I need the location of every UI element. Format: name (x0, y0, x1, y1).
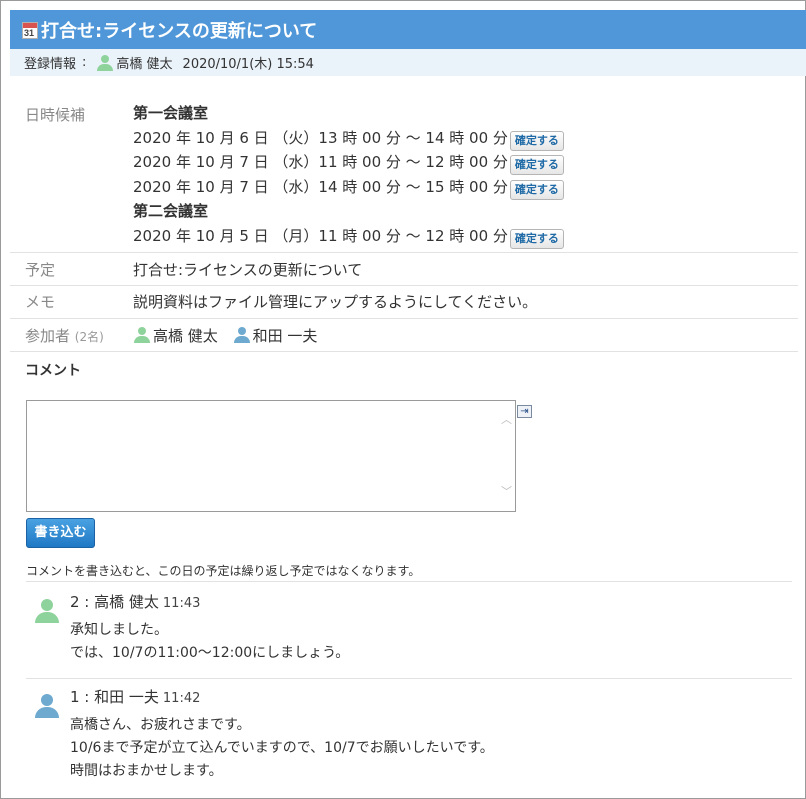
divider (26, 581, 792, 582)
avatar-icon (35, 599, 59, 625)
avatar-icon (35, 694, 59, 720)
schedule-detail-panel: 31 打合せ:ライセンスの更新について 登録情報 : 高橋 健太 2020/10… (0, 0, 806, 799)
registration-author[interactable]: 高橋 健太 (116, 53, 172, 72)
expand-icon[interactable]: ⇥ (517, 405, 532, 418)
comment-heading: コメント (25, 363, 81, 379)
candidate-slot: 2020 年 10 月 7 日 （水）14 時 00 分 ～ 15 時 00 分… (133, 175, 564, 200)
confirm-button[interactable]: 確定する (509, 179, 564, 200)
candidate-slot: 2020 年 10 月 6 日 （火）13 時 00 分 ～ 14 時 00 分… (133, 126, 564, 151)
title-bar: 31 打合せ:ライセンスの更新について (10, 10, 806, 49)
divider (26, 678, 792, 679)
comment-header: 2 : 高橋 健太 11:43 (70, 591, 200, 612)
confirm-button[interactable]: 確定する (509, 155, 564, 175)
comment-line: では、10/7の11:00～12:00にしましょう。 (70, 645, 350, 661)
memo-label: メモ (25, 293, 56, 311)
confirm-button[interactable]: 確定する (509, 130, 564, 151)
comment-line: 10/6まで予定が立て込んでいますので、10/7でお願いしたいです。 (70, 740, 494, 756)
registration-label: 登録情報 (24, 57, 77, 72)
comment-line: 高橋さん、お疲れさまです。 (70, 717, 251, 733)
comment-author[interactable]: 2 : 高橋 健太 (70, 593, 159, 611)
user-icon (233, 326, 251, 343)
comment-line: 承知しました。 (70, 622, 168, 638)
comment-line: 時間はおまかせします。 (70, 763, 223, 779)
date-candidates-list: 第一会議室 2020 年 10 月 6 日 （火）13 時 00 分 ～ 14 … (133, 101, 564, 249)
room-name: 第二会議室 (133, 202, 209, 220)
registration-info: 登録情報 : 高橋 健太 2020/10/1(木) 15:54 (10, 49, 806, 76)
scroll-up-icon[interactable]: ︿ (501, 414, 512, 425)
date-candidates-row: 日時候補 第一会議室 2020 年 10 月 6 日 （火）13 時 00 分 … (10, 93, 798, 253)
comment-note: コメントを書き込むと、この日の予定は繰り返し予定ではなくなります。 (26, 564, 421, 578)
participants-label: 参加者 (2名) (25, 327, 104, 345)
candidate-slot-text: 2020 年 10 月 6 日 （火）13 時 00 分 ～ 14 時 00 分 (133, 128, 508, 147)
comment-body: 承知しました。 では、10/7の11:00～12:00にしましょう。 (70, 619, 349, 665)
schedule-value: 打合せ:ライセンスの更新について (133, 261, 363, 279)
comment-time: 11:42 (162, 691, 201, 706)
candidate-slot-text: 2020 年 10 月 5 日 （月）11 時 00 分 ～ 12 時 00 分 (133, 226, 508, 245)
calendar-icon: 31 (22, 22, 38, 39)
comment-textarea[interactable]: ︿ ﹀ (26, 400, 516, 512)
user-icon (133, 326, 151, 343)
room-name: 第一会議室 (133, 104, 209, 122)
participants-count: (2名) (74, 330, 104, 344)
memo-value: 説明資料はファイル管理にアップするようにしてください。 (133, 293, 538, 311)
candidate-slot-text: 2020 年 10 月 7 日 （水）11 時 00 分 ～ 12 時 00 分 (133, 153, 508, 171)
comment-item: 2 : 高橋 健太 11:43 承知しました。 では、10/7の11:00～12:… (35, 591, 775, 671)
registration-separator: : (82, 55, 87, 70)
comment-header: 1 : 和田 一夫 11:42 (70, 686, 200, 707)
comment-author[interactable]: 1 : 和田 一夫 (70, 688, 159, 706)
date-candidates-label: 日時候補 (25, 106, 86, 124)
user-icon (96, 54, 114, 71)
candidate-slot: 2020 年 10 月 7 日 （水）11 時 00 分 ～ 12 時 00 分… (133, 150, 564, 175)
schedule-row: 予定 打合せ:ライセンスの更新について (10, 253, 798, 286)
candidate-slot: 2020 年 10 月 5 日 （月）11 時 00 分 ～ 12 時 00 分… (133, 224, 564, 249)
registration-datetime: 2020/10/1(木) 15:54 (182, 57, 314, 72)
schedule-label: 予定 (25, 261, 56, 279)
participant-name[interactable]: 和田 一夫 (253, 327, 318, 345)
participants-row: 参加者 (2名) 高橋 健太 和田 一夫 (10, 319, 798, 352)
confirm-button[interactable]: 確定する (509, 228, 564, 249)
comment-item: 1 : 和田 一夫 11:42 高橋さん、お疲れさまです。 10/6まで予定が立て… (35, 686, 775, 786)
comment-time: 11:43 (162, 596, 201, 611)
page-title: 打合せ:ライセンスの更新について (41, 20, 318, 42)
participant-name[interactable]: 高橋 健太 (153, 327, 218, 345)
candidate-slot-text: 2020 年 10 月 7 日 （水）14 時 00 分 ～ 15 時 00 分 (133, 177, 508, 196)
memo-row: メモ 説明資料はファイル管理にアップするようにしてください。 (10, 286, 798, 319)
scroll-down-icon[interactable]: ﹀ (501, 486, 512, 497)
comment-body: 高橋さん、お疲れさまです。 10/6まで予定が立て込んでいますので、10/7でお… (70, 714, 494, 783)
participants-list: 高橋 健太 和田 一夫 (133, 325, 317, 346)
textarea-scrollbar[interactable]: ︿ ﹀ (499, 401, 513, 511)
submit-comment-button[interactable]: 書き込む (26, 518, 95, 548)
